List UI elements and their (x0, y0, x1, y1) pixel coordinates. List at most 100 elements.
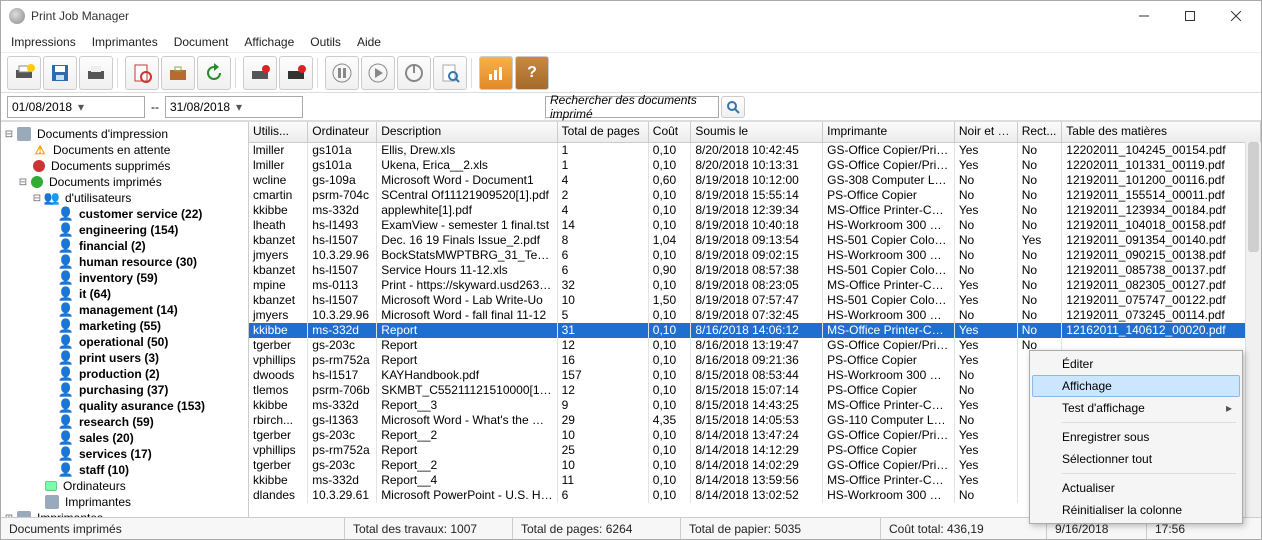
menu-document[interactable]: Document (174, 35, 229, 49)
table-row[interactable]: wclinegs-109aMicrosoft Word - Document14… (249, 173, 1261, 188)
cell-pages: 1 (557, 158, 648, 173)
tree-user-item[interactable]: 👤management (14) (3, 302, 246, 318)
ctx-r-initialiser-la-colonne[interactable]: Réinitialiser la colonne (1032, 499, 1240, 521)
table-row[interactable]: lmillergs101aEllis, Drew.xls10,108/20/20… (249, 142, 1261, 158)
tool-refresh-icon[interactable] (197, 56, 231, 90)
table-row[interactable]: kkibbems-332dapplewhite[1].pdf40,108/19/… (249, 203, 1261, 218)
cell-submitted: 8/19/2018 10:40:18 (691, 218, 823, 233)
tree-user-item[interactable]: 👤quality asurance (153) (3, 398, 246, 414)
toolbar-separator (317, 58, 321, 88)
tree-user-item[interactable]: 👤staff (10) (3, 462, 246, 478)
tool-doc-search-icon[interactable] (433, 56, 467, 90)
tool-save-icon[interactable] (43, 56, 77, 90)
tool-pause-icon[interactable] (325, 56, 359, 90)
tree-user-item[interactable]: 👤sales (20) (3, 430, 246, 446)
table-row[interactable]: jmyers10.3.29.96Microsoft Word - fall fi… (249, 308, 1261, 323)
tree-user-item[interactable]: 👤operational (50) (3, 334, 246, 350)
tree-pending[interactable]: ⚠Documents en attente (3, 142, 246, 158)
user-icon: 👤 (59, 223, 73, 237)
tree-user-item[interactable]: 👤marketing (55) (3, 318, 246, 334)
col-computer[interactable]: Ordinateur (308, 122, 377, 142)
menu-aide[interactable]: Aide (357, 35, 381, 49)
cell-computer: ps-rm752a (308, 353, 377, 368)
table-row[interactable]: kbanzeths-l1507Microsoft Word - Lab Writ… (249, 293, 1261, 308)
table-row[interactable]: mpinems-0113Print - https://skyward.usd2… (249, 278, 1261, 293)
col-submitted[interactable]: Soumis le (691, 122, 823, 142)
tree-user-item[interactable]: 👤services (17) (3, 446, 246, 462)
tool-chart-icon[interactable] (479, 56, 513, 90)
tree-user-item[interactable]: 👤production (2) (3, 366, 246, 382)
col-rect[interactable]: Rect... (1017, 122, 1062, 142)
tree-printed[interactable]: ⊟Documents imprimés (3, 174, 246, 190)
table-row[interactable]: kkibbems-332dReport310,108/16/2018 14:06… (249, 323, 1261, 338)
table-row[interactable]: lmillergs101aUkena, Erica__2.xls10,108/2… (249, 158, 1261, 173)
cell-desc: Print - https://skyward.usd263.co... (377, 278, 557, 293)
cell-rect: No (1017, 278, 1062, 293)
col-user[interactable]: Utilis... (249, 122, 308, 142)
tool-printer-alert-icon[interactable] (7, 56, 41, 90)
tree-user-item[interactable]: 👤print users (3) (3, 350, 246, 366)
table-row[interactable]: kbanzeths-l1507Dec. 16 19 Finals Issue_2… (249, 233, 1261, 248)
col-desc[interactable]: Description (377, 122, 557, 142)
col-cost[interactable]: Coût (648, 122, 691, 142)
search-button[interactable] (721, 96, 745, 118)
maximize-button[interactable] (1167, 1, 1213, 31)
menu-imprimantes[interactable]: Imprimantes (92, 35, 158, 49)
vertical-scrollbar[interactable] (1245, 142, 1261, 517)
tool-printer-icon[interactable] (79, 56, 113, 90)
cell-user: wcline (249, 173, 308, 188)
tree-user-item[interactable]: 👤human resource (30) (3, 254, 246, 270)
menu-impressions[interactable]: Impressions (11, 35, 76, 49)
tree-printers[interactable]: ⊞Imprimantes (3, 510, 246, 517)
user-icon: 👤 (59, 351, 73, 365)
tree-printers-sub[interactable]: Imprimantes (3, 494, 246, 510)
tree-computers[interactable]: Ordinateurs (3, 478, 246, 494)
cell-computer: psrm-704c (308, 188, 377, 203)
table-row[interactable]: lheathhs-l1493ExamView - semester 1 fina… (249, 218, 1261, 233)
date-to-input[interactable]: 31/08/2018▾ (165, 96, 303, 118)
tree-user-item[interactable]: 👤purchasing (37) (3, 382, 246, 398)
table-row[interactable]: jmyers10.3.29.96BockStatsMWPTBRG_31_Test… (249, 248, 1261, 263)
tree-deleted[interactable]: Documents supprimés (3, 158, 246, 174)
ctx-s-lectionner-tout[interactable]: Sélectionner tout (1032, 448, 1240, 470)
ctx-affichage[interactable]: Affichage (1032, 375, 1240, 397)
tool-power-icon[interactable] (397, 56, 431, 90)
chevron-down-icon[interactable]: ▾ (78, 100, 140, 114)
tool-printer-black-icon[interactable] (279, 56, 313, 90)
col-printer[interactable]: Imprimante (823, 122, 955, 142)
tool-briefcase-icon[interactable] (161, 56, 195, 90)
search-input[interactable]: Rechercher des documents imprimé (545, 96, 719, 118)
table-row[interactable]: kbanzeths-l1507Service Hours 11-12.xls60… (249, 263, 1261, 278)
ctx-actualiser[interactable]: Actualiser (1032, 477, 1240, 499)
tree-user-item[interactable]: 👤research (59) (3, 414, 246, 430)
scrollbar-thumb[interactable] (1248, 142, 1259, 252)
tree-root[interactable]: ⊟Documents d'impression (3, 126, 246, 142)
tree-user-item[interactable]: 👤inventory (59) (3, 270, 246, 286)
ctx--diter[interactable]: Éditer (1032, 353, 1240, 375)
col-pages[interactable]: Total de pages (557, 122, 648, 142)
minimize-button[interactable] (1121, 1, 1167, 31)
tool-help-icon[interactable]: ? (515, 56, 549, 90)
tree-user-item[interactable]: 👤financial (2) (3, 238, 246, 254)
menu-outils[interactable]: Outils (310, 35, 341, 49)
tool-search-doc-icon[interactable] (125, 56, 159, 90)
tool-play-icon[interactable] (361, 56, 395, 90)
date-from-input[interactable]: 01/08/2018▾ (7, 96, 145, 118)
ctx-enregistrer-sous[interactable]: Enregistrer sous (1032, 426, 1240, 448)
col-toc[interactable]: Table des matières (1062, 122, 1261, 142)
col-bw[interactable]: Noir et bl... (954, 122, 1017, 142)
chevron-down-icon[interactable]: ▾ (236, 100, 298, 114)
cell-printer: GS-110 Computer Lab... (823, 413, 955, 428)
cell-desc: Microsoft Word - Document1 (377, 173, 557, 188)
tool-printer-red-icon[interactable] (243, 56, 277, 90)
cell-submitted: 8/19/2018 08:57:38 (691, 263, 823, 278)
tree-user-item[interactable]: 👤it (64) (3, 286, 246, 302)
close-button[interactable] (1213, 1, 1259, 31)
tree-users-node[interactable]: ⊟👥d'utilisateurs (3, 190, 246, 206)
table-row[interactable]: cmartinpsrm-704cSCentral Of11121909520[1… (249, 188, 1261, 203)
tree-panel[interactable]: ⊟Documents d'impression ⚠Documents en at… (1, 122, 249, 517)
ctx-test-d-affichage[interactable]: Test d'affichage▸ (1032, 397, 1240, 419)
tree-user-item[interactable]: 👤engineering (154) (3, 222, 246, 238)
tree-user-item[interactable]: 👤customer service (22) (3, 206, 246, 222)
menu-affichage[interactable]: Affichage (244, 35, 294, 49)
